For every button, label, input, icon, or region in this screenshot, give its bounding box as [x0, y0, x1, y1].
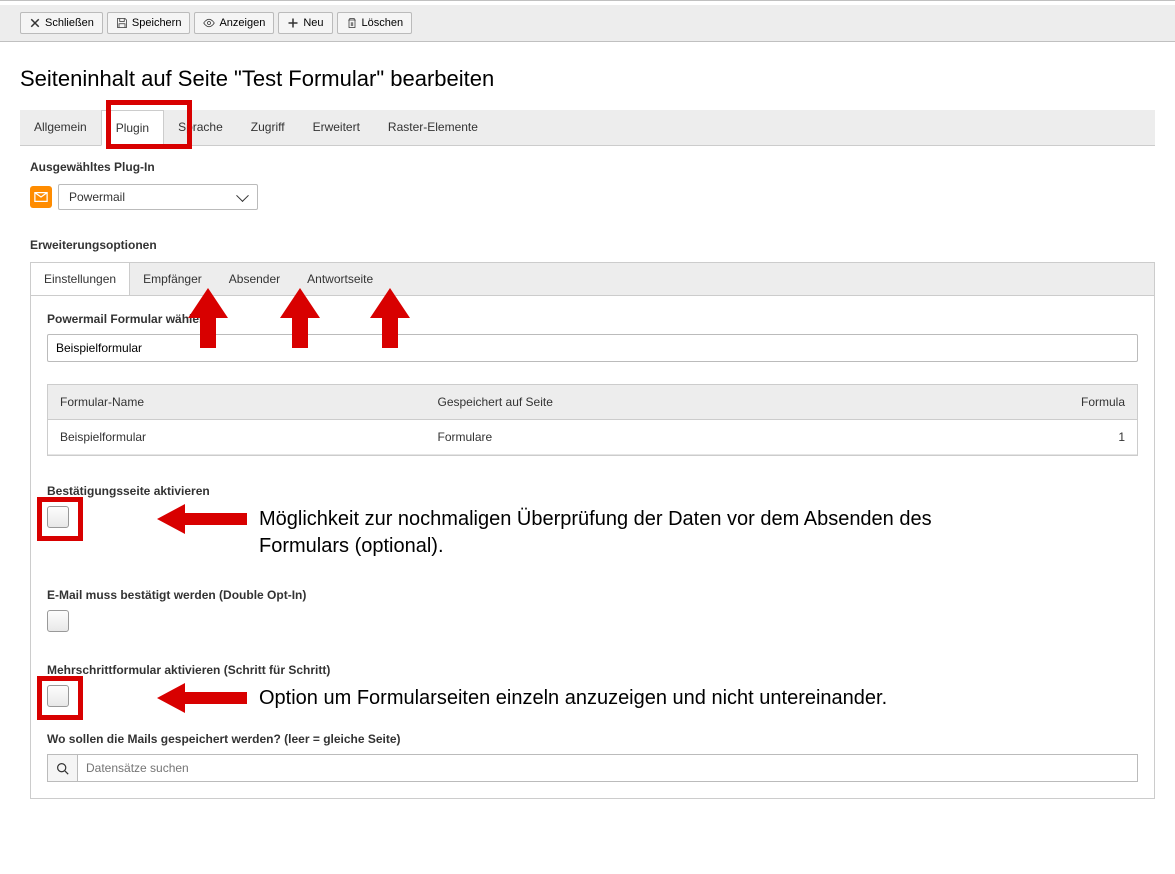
tab-plugin[interactable]: Plugin — [101, 110, 164, 146]
sub-tab-absender[interactable]: Absender — [216, 263, 294, 295]
sub-tab-antwortseite[interactable]: Antwortseite — [294, 263, 387, 295]
td-saved: Formulare — [425, 420, 903, 455]
sub-content: Powermail Formular wählen Formular-Name … — [30, 295, 1155, 799]
sub-tab-bar: Einstellungen Empfänger Absender Antwort… — [30, 262, 1155, 295]
powermail-icon — [30, 186, 52, 208]
table-row[interactable]: Beispielformular Formulare 1 — [48, 420, 1137, 455]
main-tab-bar: Allgemein Plugin Sprache Zugriff Erweite… — [20, 110, 1155, 146]
table-header-row: Formular-Name Gespeichert auf Seite Form… — [48, 385, 1137, 420]
trash-icon — [346, 17, 358, 29]
th-name: Formular-Name — [48, 385, 425, 420]
confirm-page-checkbox[interactable] — [47, 506, 69, 528]
plugin-section-label: Ausgewähltes Plug-In — [30, 160, 1155, 174]
delete-button[interactable]: Löschen — [337, 12, 413, 34]
form-select-input[interactable] — [47, 334, 1138, 362]
plugin-select[interactable]: Powermail — [58, 184, 258, 210]
mail-storage-label: Wo sollen die Mails gespeichert werden? … — [47, 732, 1138, 746]
plugin-select-value: Powermail — [69, 190, 125, 204]
tab-erweitert[interactable]: Erweitert — [299, 110, 374, 145]
confirm-annotation: Möglichkeit zur nochmaligen Überprüfung … — [259, 506, 939, 560]
tab-sprache[interactable]: Sprache — [164, 110, 237, 145]
th-saved: Gespeichert auf Seite — [425, 385, 903, 420]
new-label: Neu — [303, 17, 323, 29]
sub-tab-empfaenger[interactable]: Empfänger — [130, 263, 216, 295]
tab-zugriff[interactable]: Zugriff — [237, 110, 299, 145]
view-button[interactable]: Anzeigen — [194, 12, 274, 34]
save-label: Speichern — [132, 17, 182, 29]
arrow-annotation-confirm — [157, 504, 249, 534]
new-button[interactable]: Neu — [278, 12, 332, 34]
toolbar: Schließen Speichern Anzeigen Neu Löschen — [0, 5, 1175, 42]
save-icon — [116, 17, 128, 29]
arrow-annotation-multistep — [157, 683, 249, 713]
close-button[interactable]: Schließen — [20, 12, 103, 34]
search-icon-box[interactable] — [47, 754, 77, 782]
tab-raster[interactable]: Raster-Elemente — [374, 110, 492, 145]
double-optin-label: E-Mail muss bestätigt werden (Double Opt… — [47, 588, 1138, 602]
view-label: Anzeigen — [219, 17, 265, 29]
td-count: 1 — [904, 420, 1137, 455]
form-table: Formular-Name Gespeichert auf Seite Form… — [47, 384, 1138, 456]
multistep-checkbox[interactable] — [47, 685, 69, 707]
search-icon — [56, 762, 69, 775]
save-button[interactable]: Speichern — [107, 12, 191, 34]
td-name: Beispielformular — [48, 420, 425, 455]
close-label: Schließen — [45, 17, 94, 29]
double-optin-checkbox[interactable] — [47, 610, 69, 632]
mail-storage-search-input[interactable] — [77, 754, 1138, 782]
tab-allgemein[interactable]: Allgemein — [20, 110, 101, 145]
sub-tab-einstellungen[interactable]: Einstellungen — [31, 263, 130, 295]
page-title: Seiteninhalt auf Seite "Test Formular" b… — [20, 66, 1155, 92]
eye-icon — [203, 17, 215, 29]
th-count: Formula — [904, 385, 1137, 420]
close-icon — [29, 17, 41, 29]
form-select-label: Powermail Formular wählen — [47, 312, 1138, 326]
multistep-label: Mehrschrittformular aktivieren (Schritt … — [47, 663, 1138, 677]
multistep-annotation: Option um Formularseiten einzeln anzuzei… — [259, 685, 887, 712]
ext-options-label: Erweiterungsoptionen — [30, 238, 1155, 252]
confirm-page-label: Bestätigungsseite aktivieren — [47, 484, 1138, 498]
plus-icon — [287, 17, 299, 29]
delete-label: Löschen — [362, 17, 404, 29]
